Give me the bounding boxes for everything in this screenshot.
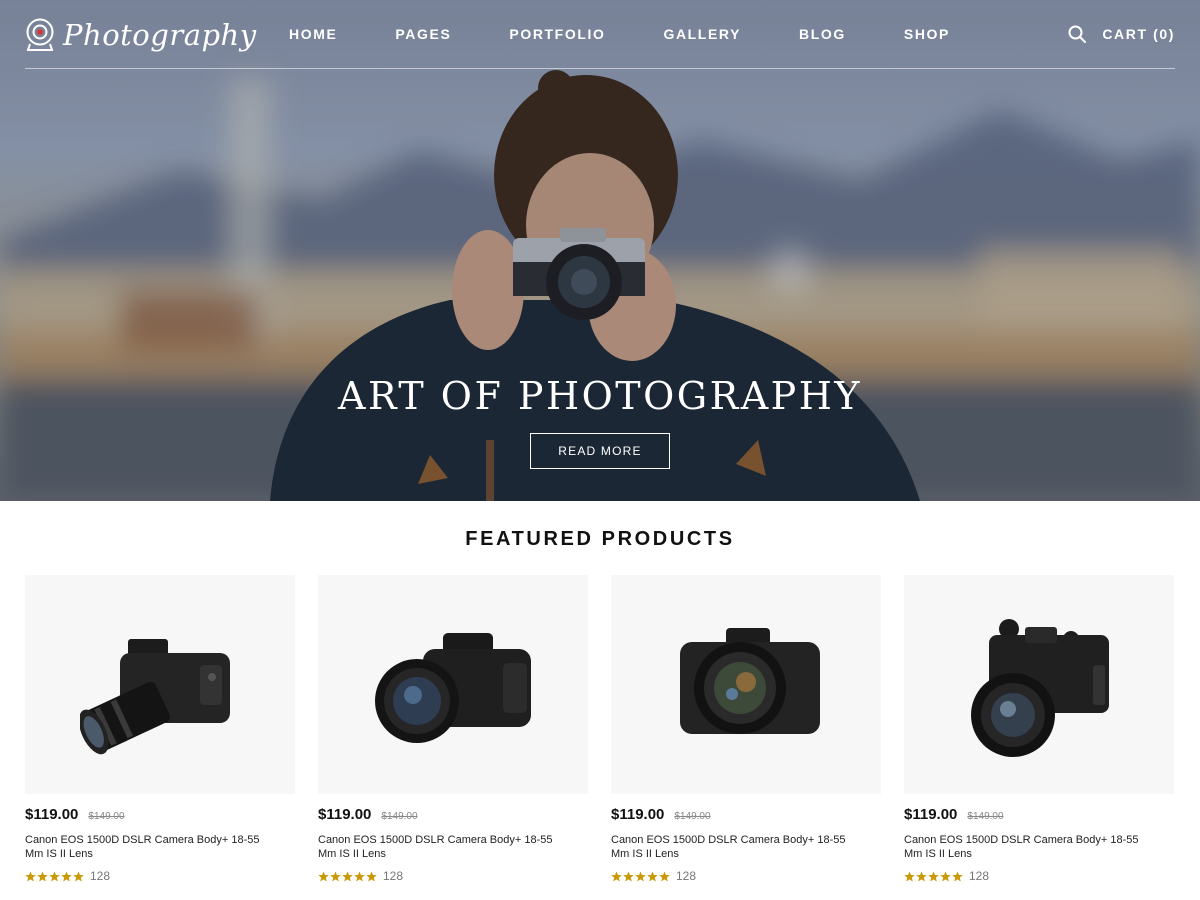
product-card: $119.00 $149.00 Canon EOS 1500D DSLR Cam… xyxy=(611,575,881,885)
product-name[interactable]: Canon EOS 1500D DSLR Camera Body+ 18-55 … xyxy=(904,833,1149,861)
product-name[interactable]: Canon EOS 1500D DSLR Camera Body+ 18-55 … xyxy=(611,833,856,861)
nav-portfolio[interactable]: PORTFOLIO xyxy=(509,26,605,42)
top-navigation-bar: Photography HOME PAGES PORTFOLIO GALLERY… xyxy=(25,0,1175,69)
star-icon xyxy=(928,870,939,881)
product-rating: 128 xyxy=(611,869,881,883)
nav-blog[interactable]: BLOG xyxy=(799,26,846,42)
star-icon xyxy=(330,870,341,881)
product-image[interactable] xyxy=(611,575,881,794)
logo-text: Photography xyxy=(63,18,257,52)
star-icon xyxy=(647,870,658,881)
star-icon xyxy=(49,870,60,881)
hero-photo xyxy=(0,0,1200,501)
star-icon xyxy=(318,870,329,881)
product-name[interactable]: Canon EOS 1500D DSLR Camera Body+ 18-55 … xyxy=(25,833,270,861)
star-icon xyxy=(342,870,353,881)
star-icon xyxy=(611,870,622,881)
product-price: $119.00 xyxy=(904,806,958,823)
star-icon xyxy=(623,870,634,881)
dslr-camera-icon xyxy=(680,627,820,734)
product-old-price: $149.00 xyxy=(88,811,125,822)
review-count: 128 xyxy=(383,869,404,883)
product-price: $119.00 xyxy=(611,806,665,823)
main-menu: HOME PAGES PORTFOLIO GALLERY BLOG SHOP xyxy=(289,26,1008,42)
nav-home[interactable]: HOME xyxy=(289,26,337,42)
site-logo[interactable]: Photography xyxy=(25,17,257,53)
star-icon xyxy=(25,870,36,881)
dslr-camera-icon xyxy=(375,632,531,743)
product-rating: 128 xyxy=(318,869,588,883)
star-rating xyxy=(611,870,670,882)
dslr-camera-icon xyxy=(80,638,230,754)
product-card: $119.00 $149.00 Canon EOS 1500D DSLR Cam… xyxy=(25,575,295,885)
cart-link[interactable]: CART (0) xyxy=(1102,26,1175,42)
featured-products-heading: FEATURED PRODUCTS xyxy=(465,528,735,550)
price-row: $119.00 $149.00 xyxy=(318,806,588,823)
star-rating xyxy=(904,870,963,882)
read-more-button[interactable]: READ MORE xyxy=(530,433,670,469)
nav-gallery[interactable]: GALLERY xyxy=(663,26,741,42)
product-card: $119.00 $149.00 Canon EOS 1500D DSLR Cam… xyxy=(904,575,1174,885)
product-image[interactable] xyxy=(318,575,588,794)
nav-pages[interactable]: PAGES xyxy=(395,26,451,42)
star-icon xyxy=(37,870,48,881)
review-count: 128 xyxy=(969,869,990,883)
hero-banner: Photography HOME PAGES PORTFOLIO GALLERY… xyxy=(0,0,1200,501)
star-icon xyxy=(73,870,84,881)
search-icon[interactable] xyxy=(1068,25,1086,43)
star-rating xyxy=(318,870,377,882)
product-old-price: $149.00 xyxy=(674,811,711,822)
star-icon xyxy=(904,870,915,881)
camera-logo-icon xyxy=(26,18,54,51)
star-icon xyxy=(635,870,646,881)
star-icon xyxy=(940,870,951,881)
price-row: $119.00 $149.00 xyxy=(611,806,881,823)
product-rating: 128 xyxy=(904,869,1174,883)
product-price: $119.00 xyxy=(25,806,79,823)
product-name[interactable]: Canon EOS 1500D DSLR Camera Body+ 18-55 … xyxy=(318,833,563,861)
product-image[interactable] xyxy=(25,575,295,794)
product-image[interactable] xyxy=(904,575,1174,794)
product-old-price: $149.00 xyxy=(381,811,418,822)
star-icon xyxy=(366,870,377,881)
review-count: 128 xyxy=(676,869,697,883)
hero-title: ART OF PHOTOGRAPHY xyxy=(338,374,862,418)
star-icon xyxy=(659,870,670,881)
dslr-camera-icon xyxy=(971,618,1109,757)
star-icon xyxy=(61,870,72,881)
review-count: 128 xyxy=(90,869,111,883)
product-old-price: $149.00 xyxy=(967,811,1004,822)
nav-shop[interactable]: SHOP xyxy=(904,26,950,42)
product-rating: 128 xyxy=(25,869,295,883)
star-icon xyxy=(354,870,365,881)
star-icon xyxy=(916,870,927,881)
product-price: $119.00 xyxy=(318,806,372,823)
star-rating xyxy=(25,870,84,882)
product-card: $119.00 $149.00 Canon EOS 1500D DSLR Cam… xyxy=(318,575,588,885)
price-row: $119.00 $149.00 xyxy=(904,806,1174,823)
price-row: $119.00 $149.00 xyxy=(25,806,295,823)
star-icon xyxy=(952,870,963,881)
